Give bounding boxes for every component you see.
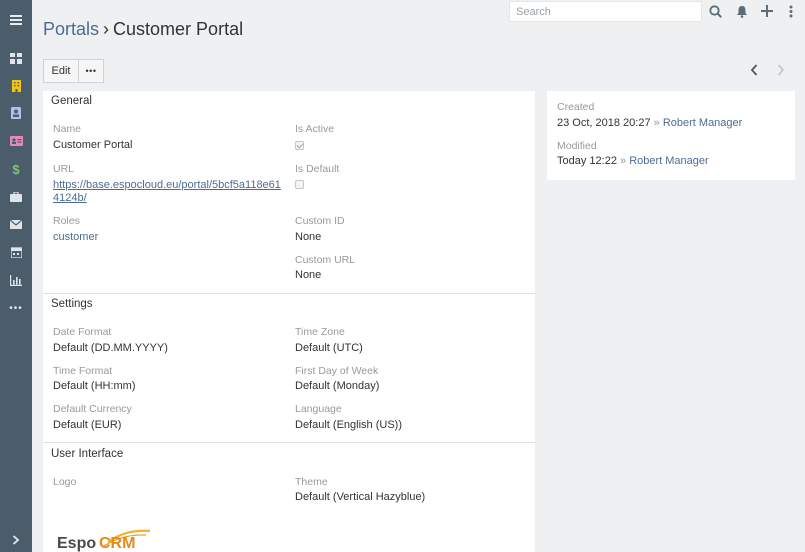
language-value: Default (English (US))	[295, 419, 402, 431]
url-label: URL	[53, 163, 75, 175]
svg-text:Espo: Espo	[57, 535, 96, 552]
modified-label: Modified	[557, 140, 597, 152]
settings-heading: Settings	[51, 298, 93, 310]
breadcrumb: Portals › Customer Portal	[43, 19, 243, 40]
created-date: 23 Oct, 2018 20:27	[557, 117, 651, 129]
modified-by-link[interactable]: Robert Manager	[629, 155, 709, 167]
espocrm-logo: Espo CRM	[57, 529, 151, 552]
envelope-icon[interactable]	[0, 212, 32, 236]
time-format-label: Time Format	[53, 365, 113, 377]
contact-icon[interactable]	[0, 101, 32, 125]
more-vertical-icon[interactable]	[783, 3, 799, 19]
created-by-link[interactable]: Robert Manager	[663, 117, 743, 129]
roles-label: Roles	[53, 215, 80, 227]
created-label: Created	[557, 101, 595, 113]
search-input[interactable]	[509, 1, 702, 22]
theme-value: Default (Vertical Hazyblue)	[295, 491, 426, 503]
name-label: Name	[53, 123, 82, 135]
is-default-checkbox	[295, 180, 304, 189]
plus-icon[interactable]	[759, 3, 775, 19]
time-zone-value: Default (UTC)	[295, 342, 363, 354]
record-info-panel: Created 23 Oct, 2018 20:27 » Robert Mana…	[547, 91, 795, 180]
time-zone-label: Time Zone	[295, 326, 345, 338]
currency-label: Default Currency	[53, 403, 132, 415]
currency-value: Default (EUR)	[53, 419, 122, 431]
logo-label: Logo	[53, 476, 77, 488]
previous-record-icon[interactable]	[746, 62, 762, 78]
is-active-label: Is Active	[295, 123, 335, 135]
custom-id-value: None	[295, 231, 322, 243]
more-icon[interactable]: •••	[0, 296, 32, 320]
collapse-icon[interactable]	[0, 528, 32, 552]
breadcrumb-portals-link[interactable]: Portals	[43, 19, 99, 39]
dollar-icon[interactable]: $	[0, 157, 32, 181]
section-divider	[43, 293, 535, 294]
more-actions-button[interactable]: •••	[78, 59, 104, 83]
is-default-label: Is Default	[295, 163, 340, 175]
search-icon[interactable]	[707, 3, 723, 19]
first-day-value: Default (Monday)	[295, 380, 380, 392]
language-label: Language	[295, 403, 342, 415]
sidebar: $ •••	[0, 0, 32, 552]
lead-card-icon[interactable]	[0, 129, 32, 153]
modified-separator: »	[620, 155, 627, 167]
dashboard-icon[interactable]	[0, 46, 32, 70]
is-active-checkbox	[295, 141, 304, 150]
menu-icon[interactable]	[0, 8, 32, 32]
next-record-icon[interactable]	[773, 62, 789, 78]
bell-icon[interactable]	[734, 3, 750, 19]
date-format-value: Default (DD.MM.YYYY)	[53, 342, 168, 354]
calendar-icon[interactable]	[0, 240, 32, 264]
edit-button[interactable]: Edit	[43, 59, 79, 83]
roles-link[interactable]: customer	[53, 231, 98, 243]
custom-id-label: Custom ID	[295, 215, 345, 227]
created-row: 23 Oct, 2018 20:27 » Robert Manager	[557, 117, 742, 129]
building-icon[interactable]	[0, 74, 32, 98]
main-detail-panel	[43, 91, 535, 552]
svg-text:CRM: CRM	[99, 535, 135, 552]
first-day-label: First Day of Week	[295, 365, 379, 377]
custom-url-value: None	[295, 269, 322, 281]
custom-url-label: Custom URL	[295, 254, 356, 266]
name-value: Customer Portal	[53, 139, 133, 151]
general-heading: General	[51, 95, 92, 107]
time-format-value: Default (HH:mm)	[53, 380, 136, 392]
date-format-label: Date Format	[53, 326, 112, 338]
page-title: Customer Portal	[113, 19, 244, 39]
modified-date: Today 12:22	[557, 155, 617, 167]
user-interface-heading: User Interface	[51, 448, 124, 460]
section-divider	[43, 442, 535, 443]
breadcrumb-separator: ›	[103, 19, 110, 39]
theme-label: Theme	[295, 476, 328, 488]
report-icon[interactable]	[0, 268, 32, 292]
modified-row: Today 12:22 » Robert Manager	[557, 155, 709, 167]
briefcase-icon[interactable]	[0, 185, 32, 209]
url-link[interactable]: https://base.espocloud.eu/portal/5bcf5a1…	[53, 179, 285, 205]
created-separator: »	[653, 117, 660, 129]
